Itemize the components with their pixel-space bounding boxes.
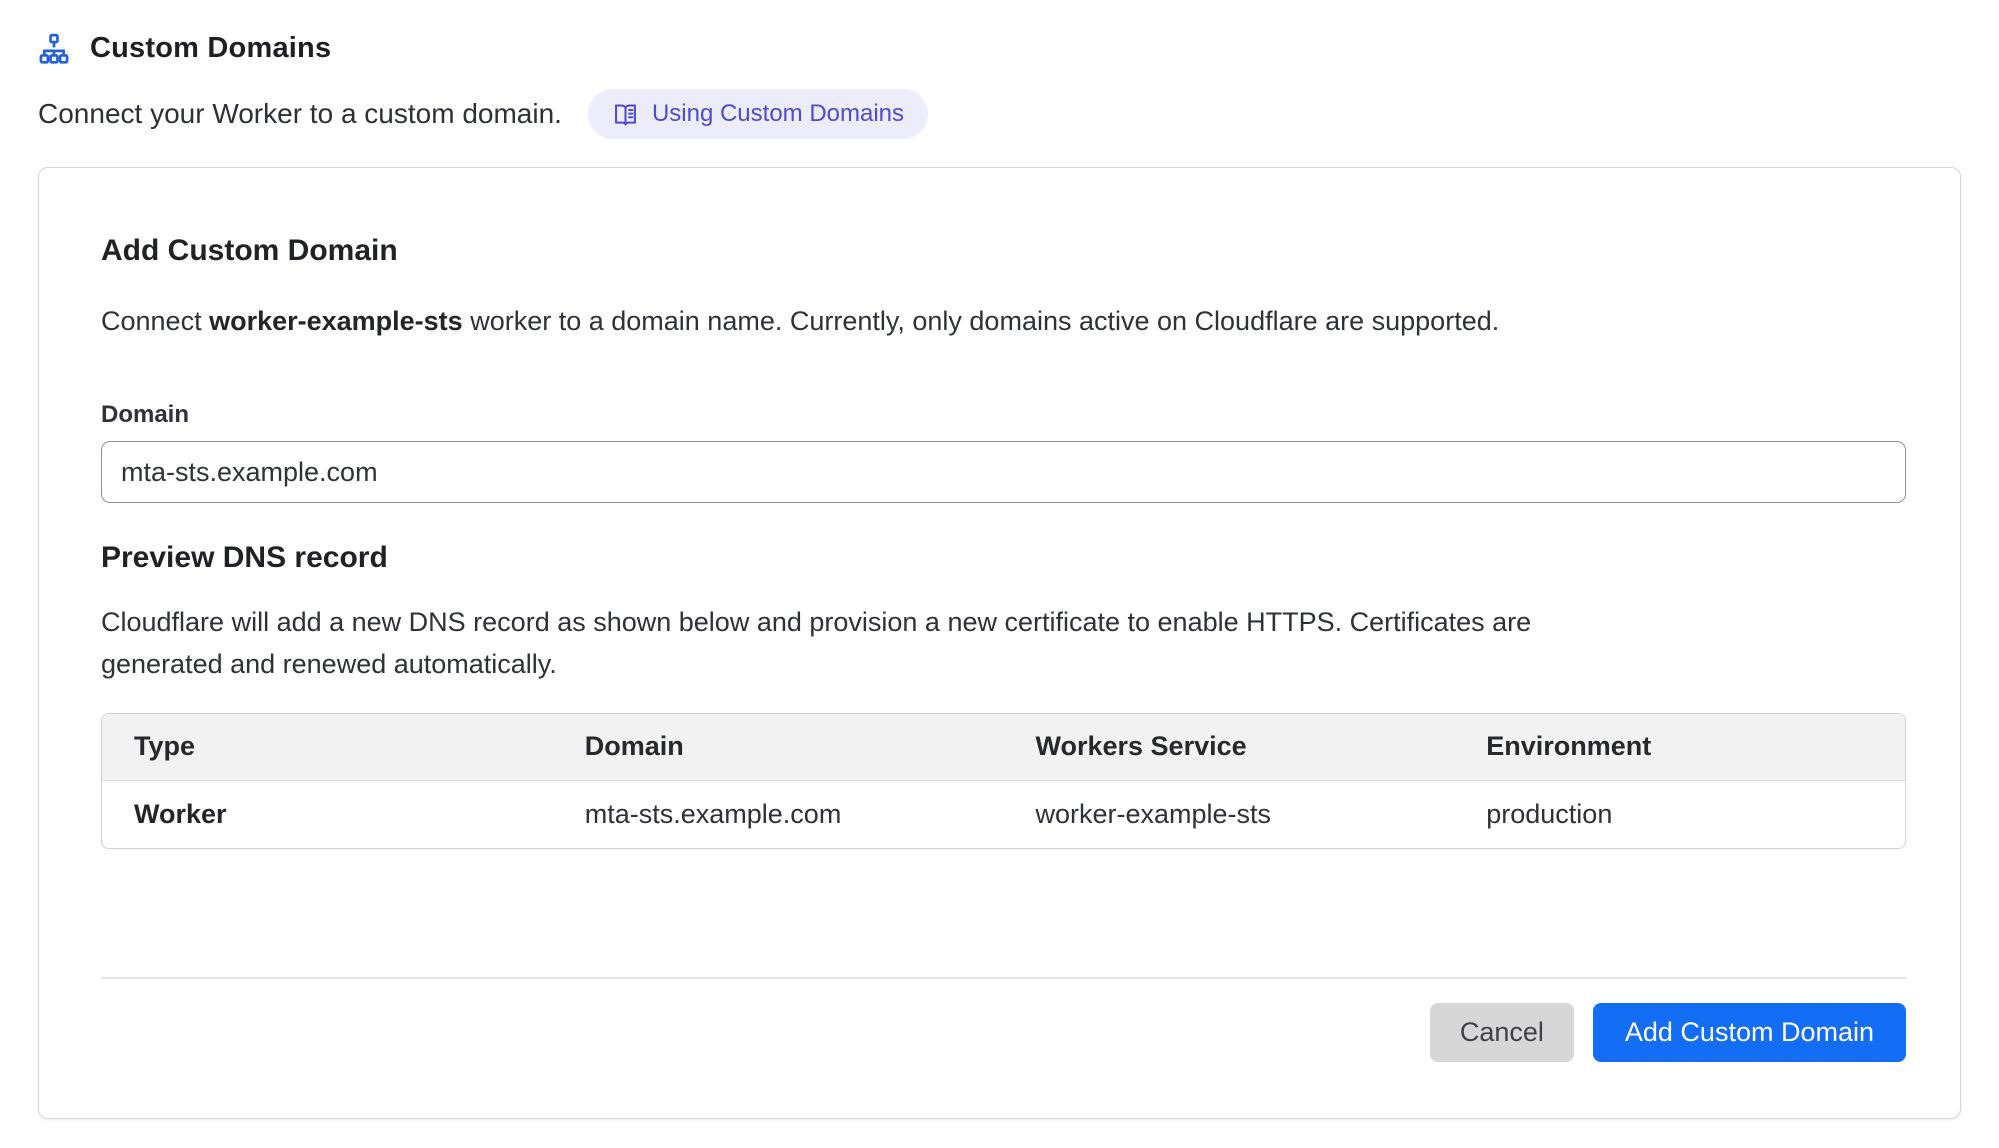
dns-preview-table: Type Domain Workers Service Environment … bbox=[101, 713, 1906, 849]
column-header-domain: Domain bbox=[553, 714, 1004, 780]
page-subheader: Connect your Worker to a custom domain. … bbox=[38, 89, 1961, 139]
dialog-description: Connect worker-example-sts worker to a d… bbox=[101, 306, 1906, 337]
footer-divider bbox=[101, 977, 1906, 979]
description-prefix: Connect bbox=[101, 306, 209, 336]
page-subtitle: Connect your Worker to a custom domain. bbox=[38, 98, 562, 130]
domain-input[interactable] bbox=[101, 441, 1906, 503]
cell-environment: production bbox=[1454, 780, 1905, 848]
sitemap-icon bbox=[38, 33, 70, 65]
domain-label: Domain bbox=[101, 401, 1906, 429]
preview-dns-description: Cloudflare will add a new DNS record as … bbox=[101, 601, 1561, 685]
add-custom-domain-button[interactable]: Add Custom Domain bbox=[1593, 1003, 1906, 1062]
cell-workers-service: worker-example-sts bbox=[1004, 780, 1455, 848]
column-header-type: Type bbox=[102, 714, 553, 780]
column-header-workers-service: Workers Service bbox=[1004, 714, 1455, 780]
page-title: Custom Domains bbox=[90, 32, 331, 65]
column-header-environment: Environment bbox=[1454, 714, 1905, 780]
cell-type: Worker bbox=[102, 780, 553, 848]
custom-domains-page: Custom Domains Connect your Worker to a … bbox=[0, 0, 1999, 1119]
docs-link-label: Using Custom Domains bbox=[652, 100, 904, 128]
preview-dns-heading: Preview DNS record bbox=[101, 541, 1906, 575]
page-header: Custom Domains bbox=[38, 32, 1961, 65]
dialog-heading: Add Custom Domain bbox=[101, 234, 1906, 268]
open-book-icon bbox=[612, 101, 639, 128]
table-row: Worker mta-sts.example.com worker-exampl… bbox=[102, 780, 1905, 848]
cancel-button[interactable]: Cancel bbox=[1430, 1003, 1574, 1062]
table-header-row: Type Domain Workers Service Environment bbox=[102, 714, 1905, 780]
worker-name: worker-example-sts bbox=[209, 306, 463, 336]
dialog-actions: Cancel Add Custom Domain bbox=[101, 1003, 1906, 1062]
add-custom-domain-card: Add Custom Domain Connect worker-example… bbox=[38, 167, 1961, 1119]
description-suffix: worker to a domain name. Currently, only… bbox=[463, 306, 1500, 336]
using-custom-domains-link[interactable]: Using Custom Domains bbox=[588, 89, 928, 139]
cell-domain: mta-sts.example.com bbox=[553, 780, 1004, 848]
